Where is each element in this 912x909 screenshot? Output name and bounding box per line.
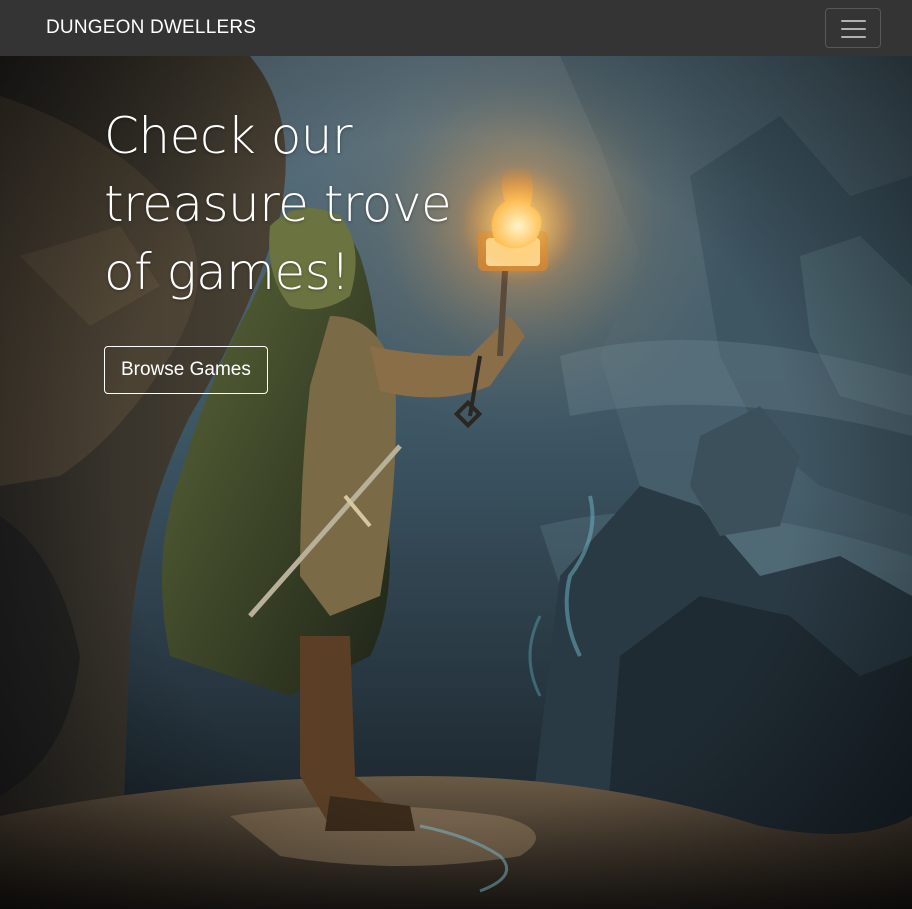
hamburger-menu-icon [841, 20, 866, 38]
navbar: DUNGEON DWELLERS [0, 0, 912, 56]
navbar-toggle-button[interactable] [825, 8, 881, 48]
hero-section: Check our treasure trove of games! Brows… [0, 56, 912, 909]
browse-games-button[interactable]: Browse Games [104, 346, 268, 394]
hero-title: Check our treasure trove of games! [104, 107, 452, 301]
page: DUNGEON DWELLERS Check our treasure trov… [0, 0, 912, 909]
brand-link[interactable]: DUNGEON DWELLERS [46, 17, 256, 39]
